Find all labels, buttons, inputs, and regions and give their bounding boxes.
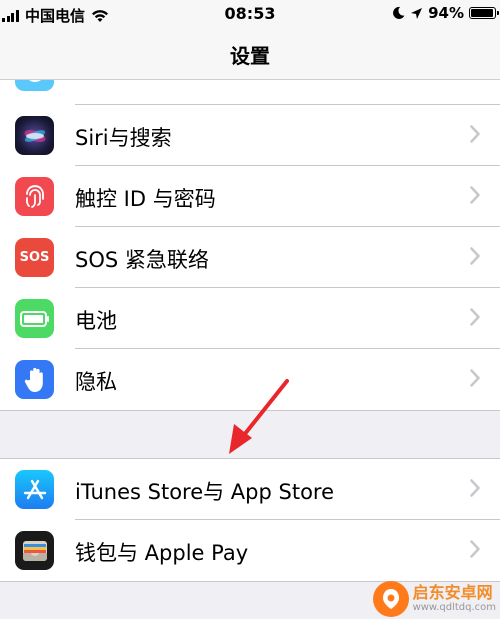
siri-icon <box>15 116 54 155</box>
chevron-right-icon <box>470 186 480 204</box>
chevron-right-icon <box>470 125 480 143</box>
chevron-right-icon <box>470 308 480 326</box>
hand-icon <box>15 360 54 399</box>
settings-group-system: Siri与搜索 触控 ID 与密码 SOS SOS 紧急联络 电池 隐私 <box>0 80 500 411</box>
fingerprint-icon <box>15 177 54 216</box>
accessibility-icon <box>15 80 54 91</box>
settings-row-label: Siri与搜索 <box>75 126 172 150</box>
battery-settings-icon <box>15 299 54 338</box>
settings-row-label: iTunes Store与 App Store <box>75 480 335 504</box>
wallet-icon <box>15 531 54 570</box>
settings-row-partial[interactable] <box>0 80 500 105</box>
watermark-logo-icon <box>372 581 409 617</box>
battery-icon <box>469 7 499 19</box>
battery-percent: 94% <box>428 4 464 22</box>
settings-row-privacy[interactable]: 隐私 <box>0 349 500 410</box>
settings-row-wallet[interactable]: 钱包与 Apple Pay <box>0 520 500 581</box>
settings-row-emergency-sos[interactable]: SOS SOS 紧急联络 <box>0 227 500 288</box>
sos-icon: SOS <box>15 238 54 277</box>
status-bar: 中国电信 08:53 94% <box>0 0 500 28</box>
settings-screen: 中国电信 08:53 94% 设置 Siri与搜索 触控 ID 与密码 SOS … <box>0 0 500 619</box>
chevron-right-icon <box>470 540 480 558</box>
settings-row-siri[interactable]: Siri与搜索 <box>0 105 500 166</box>
chevron-right-icon <box>470 369 480 387</box>
settings-row-label: 电池 <box>75 309 117 333</box>
settings-row-label: 钱包与 Apple Pay <box>75 541 249 565</box>
do-not-disturb-moon-icon <box>393 6 405 19</box>
chevron-right-icon <box>470 247 480 265</box>
page-title: 设置 <box>230 44 270 68</box>
settings-row-app-store[interactable]: iTunes Store与 App Store <box>0 459 500 520</box>
status-right: 94% <box>392 4 499 22</box>
watermark-url: www.qdltdq.com <box>412 602 496 613</box>
watermark: 启东安卓网 www.qdltdq.com <box>372 581 496 617</box>
app-store-icon <box>15 470 54 509</box>
navigation-bar: 设置 <box>0 28 500 80</box>
watermark-text: 启东安卓网 www.qdltdq.com <box>413 584 496 614</box>
settings-row-label: 隐私 <box>75 370 117 394</box>
settings-group-store: iTunes Store与 App Store 钱包与 Apple Pay <box>0 458 500 582</box>
watermark-title: 启东安卓网 <box>412 583 493 602</box>
battery-level-fill <box>471 9 493 17</box>
chevron-right-icon <box>470 479 480 497</box>
location-arrow-icon <box>411 7 423 19</box>
settings-row-label: 触控 ID 与密码 <box>75 187 216 211</box>
settings-row-battery[interactable]: 电池 <box>0 288 500 349</box>
settings-row-touch-id[interactable]: 触控 ID 与密码 <box>0 166 500 227</box>
settings-row-label: SOS 紧急联络 <box>75 248 209 272</box>
